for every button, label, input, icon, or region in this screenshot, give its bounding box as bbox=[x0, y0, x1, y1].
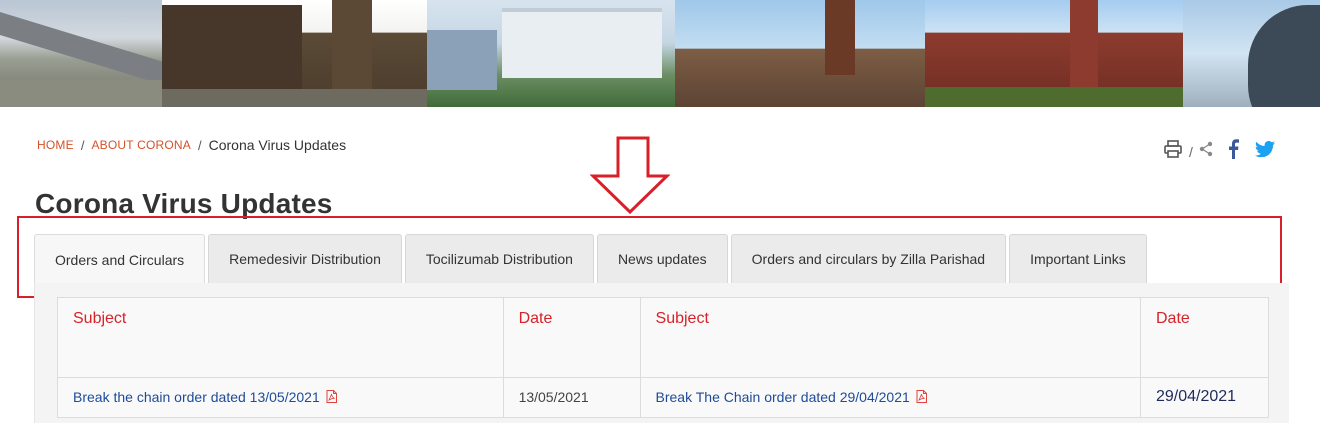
banner-photo-red-building bbox=[925, 0, 1183, 107]
breadcrumb-home-link[interactable]: HOME bbox=[37, 138, 74, 152]
breadcrumb-about-link[interactable]: ABOUT CORONA bbox=[91, 138, 191, 152]
utility-separator: / bbox=[1189, 143, 1193, 160]
table-cell-subject: Break The Chain order dated 29/04/2021 bbox=[639, 377, 1142, 418]
page-utilities: / bbox=[1163, 139, 1275, 164]
facebook-icon[interactable] bbox=[1227, 139, 1239, 164]
pdf-icon bbox=[326, 390, 337, 403]
table-cell-subject: Break the chain order dated 13/05/2021 bbox=[57, 377, 504, 418]
banner-photo-office-building bbox=[427, 0, 675, 107]
banner-photo-flyover bbox=[0, 0, 162, 107]
banner-photo-fort-statue bbox=[675, 0, 925, 107]
table-row: Break the chain order dated 13/05/2021 1… bbox=[57, 377, 1269, 418]
tab-orders-and-circulars[interactable]: Orders and Circulars bbox=[34, 234, 206, 284]
print-icon[interactable] bbox=[1163, 139, 1183, 164]
breadcrumb-current: Corona Virus Updates bbox=[208, 137, 347, 153]
tab-label: Orders and circulars by Zilla Parishad bbox=[751, 251, 986, 267]
breadcrumb-separator: / bbox=[80, 137, 85, 153]
twitter-icon[interactable] bbox=[1254, 141, 1275, 162]
pdf-icon bbox=[916, 390, 927, 403]
tab-remedesivir-distribution[interactable]: Remedesivir Distribution bbox=[208, 234, 402, 283]
order-link[interactable]: Break The Chain order dated 29/04/2021 bbox=[656, 389, 910, 405]
tab-news-updates[interactable]: News updates bbox=[596, 234, 728, 283]
tab-content-panel: Subject Date Subject Date Break the chai… bbox=[34, 283, 1289, 423]
breadcrumb-separator: / bbox=[197, 137, 202, 153]
table-header-row: Subject Date Subject Date bbox=[57, 297, 1269, 378]
tab-bar: Orders and Circulars Remedesivir Distrib… bbox=[34, 234, 1150, 284]
breadcrumb: HOME / ABOUT CORONA / Corona Virus Updat… bbox=[37, 137, 346, 153]
tab-label: News updates bbox=[617, 251, 707, 267]
banner-photo-modern-dome bbox=[1183, 0, 1320, 107]
tab-label: Orders and Circulars bbox=[55, 251, 185, 268]
banner-photo-heritage-building bbox=[162, 0, 427, 107]
column-header-date: Date bbox=[1140, 297, 1269, 378]
tab-label: Important Links bbox=[1030, 251, 1126, 267]
tab-orders-by-zilla-parishad[interactable]: Orders and circulars by Zilla Parishad bbox=[730, 234, 1007, 283]
tab-label: Remedesivir Distribution bbox=[229, 251, 381, 267]
share-icon[interactable] bbox=[1199, 141, 1213, 162]
header-banner bbox=[0, 0, 1320, 107]
tab-label: Tocilizumab Distribution bbox=[425, 251, 573, 267]
column-header-subject: Subject bbox=[639, 297, 1142, 378]
column-header-date: Date bbox=[502, 297, 641, 378]
page-title: Corona Virus Updates bbox=[35, 188, 333, 219]
order-link[interactable]: Break the chain order dated 13/05/2021 bbox=[73, 389, 320, 405]
table-cell-date: 13/05/2021 bbox=[502, 377, 641, 418]
tab-important-links[interactable]: Important Links bbox=[1009, 234, 1147, 283]
column-header-subject: Subject bbox=[57, 297, 504, 378]
table-cell-date: 29/04/2021 bbox=[1140, 377, 1269, 418]
orders-table: Subject Date Subject Date Break the chai… bbox=[57, 297, 1269, 418]
tab-tocilizumab-distribution[interactable]: Tocilizumab Distribution bbox=[404, 234, 594, 283]
annotation-arrow-icon bbox=[590, 136, 670, 215]
